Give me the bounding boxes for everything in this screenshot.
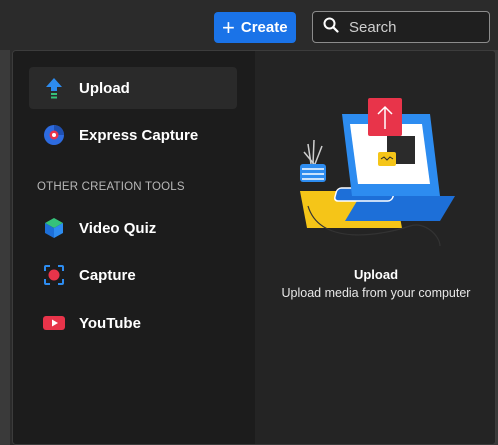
- menu-item-label: Capture: [79, 266, 136, 284]
- menu-item-express-capture[interactable]: Express Capture: [29, 114, 237, 156]
- upload-illustration: [290, 96, 460, 261]
- section-label-other-tools: OTHER CREATION TOOLS: [37, 181, 185, 193]
- menu-item-youtube[interactable]: YouTube: [29, 302, 237, 344]
- preview-pane: Upload Upload media from your computer: [255, 51, 495, 444]
- create-button[interactable]: + Create: [214, 12, 296, 43]
- search-input[interactable]: Search: [312, 11, 490, 43]
- create-button-label: Create: [240, 19, 288, 36]
- menu-item-capture[interactable]: Capture: [29, 254, 237, 296]
- search-placeholder: Search: [349, 18, 397, 36]
- capture-record-icon: [43, 264, 65, 286]
- menu-item-label: Express Capture: [79, 126, 199, 144]
- plus-icon: +: [222, 14, 235, 40]
- menu-item-label: Upload: [79, 79, 130, 97]
- top-bar: + Create Search: [0, 0, 498, 50]
- background-left-strip: [0, 50, 10, 445]
- upload-arrow-icon: [43, 77, 65, 99]
- video-quiz-cube-icon: [43, 217, 65, 239]
- menu-item-video-quiz[interactable]: Video Quiz: [29, 207, 237, 249]
- youtube-icon: [43, 312, 65, 334]
- express-capture-icon: [43, 124, 65, 146]
- search-icon: [323, 17, 339, 37]
- preview-subtitle: Upload media from your computer: [281, 286, 471, 300]
- menu-item-upload[interactable]: Upload: [29, 67, 237, 109]
- create-dropdown-panel: Upload Express Capture OTHER CREATION TO…: [12, 50, 496, 445]
- create-menu: Upload Express Capture OTHER CREATION TO…: [13, 51, 255, 444]
- menu-item-label: YouTube: [79, 314, 141, 332]
- preview-title: Upload: [353, 267, 399, 282]
- menu-item-label: Video Quiz: [79, 219, 157, 237]
